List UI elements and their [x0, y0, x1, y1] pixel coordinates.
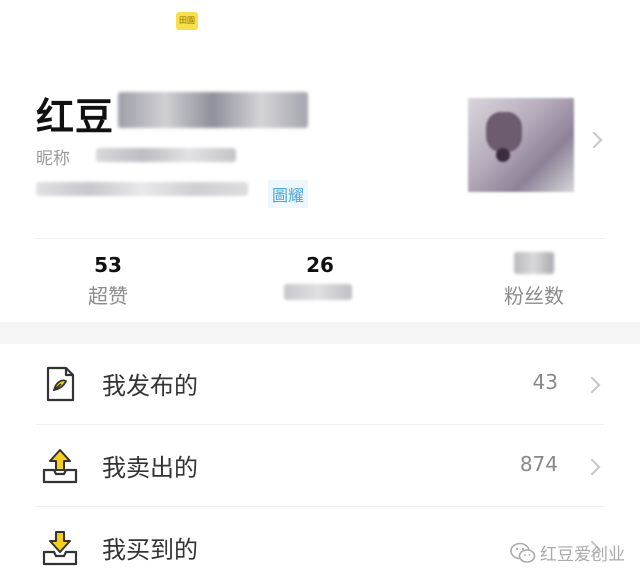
stat-likes-value: 53	[94, 253, 122, 277]
stat-fans-redaction	[514, 252, 554, 274]
wechat-icon	[510, 542, 536, 563]
menu-label: 我发布的	[102, 372, 198, 400]
stat-likes[interactable]: 53 超赞	[70, 252, 146, 309]
menu-item-published[interactable]: 我发布的 43	[0, 344, 640, 424]
watermark-text: 红豆爱创业	[540, 545, 625, 565]
section-gap	[0, 322, 640, 344]
stat-following-redaction	[284, 284, 352, 300]
document-icon	[46, 366, 75, 402]
stat-following[interactable]: 26	[280, 252, 360, 300]
stat-likes-label: 超赞	[88, 284, 128, 308]
profile-divider	[36, 238, 604, 239]
top-badge: 田園	[176, 12, 198, 30]
avatar[interactable]	[468, 98, 574, 192]
menu-label: 我买到的	[102, 536, 198, 564]
watermark: 红豆爱创业	[510, 540, 625, 565]
menu-count: 43	[532, 370, 558, 394]
nickname-redaction	[96, 148, 236, 162]
stat-fans[interactable]: 粉丝数	[492, 252, 576, 309]
profile-chevron-icon[interactable]	[585, 131, 603, 149]
row-divider	[36, 424, 604, 425]
stat-following-value: 26	[306, 253, 334, 277]
stat-fans-label: 粉丝数	[504, 284, 564, 308]
profile-name: 红豆	[36, 95, 115, 139]
menu-label: 我卖出的	[102, 454, 198, 482]
upload-box-icon	[42, 449, 78, 484]
menu-item-sold[interactable]: 我卖出的 874	[0, 426, 640, 506]
chevron-right-icon	[583, 376, 601, 394]
bio-redaction	[36, 182, 248, 196]
download-box-icon	[42, 531, 78, 566]
fans-tag[interactable]: 圖耀	[268, 180, 309, 208]
menu-count: 874	[519, 452, 558, 476]
chevron-right-icon	[583, 458, 601, 476]
nickname-label: 昵称	[36, 149, 70, 169]
row-divider	[36, 506, 604, 507]
name-redaction	[118, 92, 308, 128]
